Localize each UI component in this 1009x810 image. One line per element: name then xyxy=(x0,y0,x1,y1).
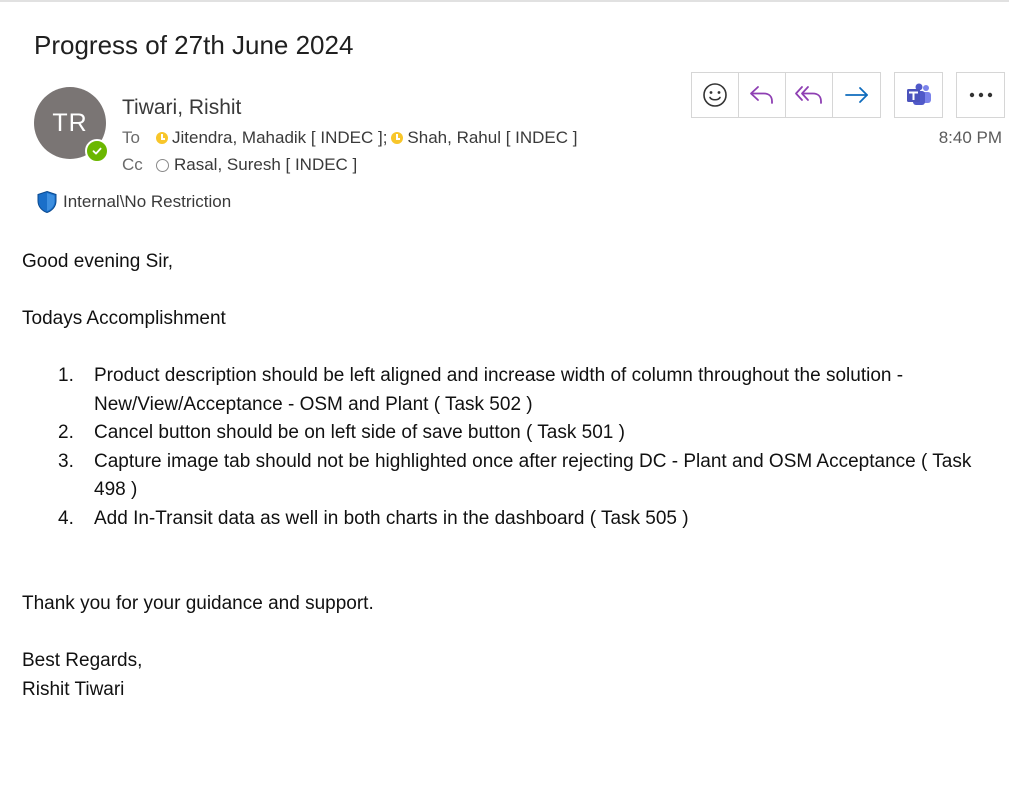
thanks-line: Thank you for your guidance and support. xyxy=(22,593,374,614)
forward-button[interactable] xyxy=(833,73,880,117)
recipient-cc-1[interactable]: Rasal, Suresh [ INDEC ] xyxy=(156,155,357,175)
cc-label: Cc xyxy=(122,155,143,174)
avatar-initials: TR xyxy=(52,108,88,137)
list-item: 3. Capture image tab should not be highl… xyxy=(22,448,992,505)
sent-time: 8:40 PM xyxy=(938,128,1002,147)
task-number: 4. xyxy=(58,507,74,529)
task-number: 1. xyxy=(58,365,74,386)
message-toolbar xyxy=(691,72,1005,118)
teams-icon xyxy=(906,83,931,105)
teams-group xyxy=(894,72,943,118)
task-text: Add In-Transit data as well in both char… xyxy=(94,507,689,529)
away-status-icon xyxy=(156,132,168,144)
away-status-icon xyxy=(391,132,404,144)
offline-status-icon xyxy=(156,158,169,172)
email-body: Good evening Sir, Todays Accomplishment … xyxy=(22,248,992,704)
list-item: 4. Add In-Transit data as well in both c… xyxy=(22,505,992,534)
recipient-to-2[interactable]: Shah, Rahul [ INDEC ] xyxy=(391,128,578,148)
presence-available-icon xyxy=(85,139,109,163)
shield-icon xyxy=(37,190,57,214)
to-row: To Jitendra, Mahadik [ INDEC ]; Shah, Ra… xyxy=(122,128,582,148)
recipient-name: Shah, Rahul [ INDEC ] xyxy=(407,128,578,147)
recipient-name: Jitendra, Mahadik [ INDEC ]; xyxy=(172,128,388,147)
task-number: 2. xyxy=(58,422,74,443)
reply-button[interactable] xyxy=(739,73,786,117)
to-label: To xyxy=(122,128,140,147)
task-text: Product description should be left align… xyxy=(94,365,904,415)
signoff: Best Regards, xyxy=(22,650,143,671)
signature: Rishit Tiwari xyxy=(22,678,125,700)
task-text: Cancel button should be on left side of … xyxy=(94,422,625,443)
emoji-icon xyxy=(703,83,727,107)
top-divider xyxy=(0,0,1009,2)
sensitivity-label[interactable]: Internal\No Restriction xyxy=(36,190,231,214)
sender-name[interactable]: Tiwari, Rishit xyxy=(122,96,241,120)
list-item: 2. Cancel button should be on left side … xyxy=(22,419,992,448)
recipient-to-1[interactable]: Jitendra, Mahadik [ INDEC ]; xyxy=(156,128,387,148)
cc-row: Cc Rasal, Suresh [ INDEC ] xyxy=(122,155,361,175)
forward-icon xyxy=(844,87,868,103)
actions-group xyxy=(691,72,881,118)
task-text: Capture image tab should not be highligh… xyxy=(94,450,972,501)
more-group xyxy=(956,72,1005,118)
reply-all-icon xyxy=(795,86,822,104)
recipient-name: Rasal, Suresh [ INDEC ] xyxy=(174,155,358,174)
teams-chat-button[interactable] xyxy=(895,73,942,117)
reply-all-button[interactable] xyxy=(786,73,833,117)
reply-icon xyxy=(750,86,773,104)
more-icon xyxy=(969,92,992,98)
email-subject: Progress of 27th June 2024 xyxy=(34,30,354,60)
sensitivity-text: Internal\No Restriction xyxy=(63,192,232,211)
accomplishment-heading: Todays Accomplishment xyxy=(22,308,226,329)
react-button[interactable] xyxy=(692,73,739,117)
task-list: 1. Product description should be left al… xyxy=(22,362,992,533)
greeting: Good evening Sir, xyxy=(22,251,174,272)
more-actions-button[interactable] xyxy=(957,73,1004,117)
list-item: 1. Product description should be left al… xyxy=(22,362,992,419)
task-number: 3. xyxy=(58,450,74,472)
